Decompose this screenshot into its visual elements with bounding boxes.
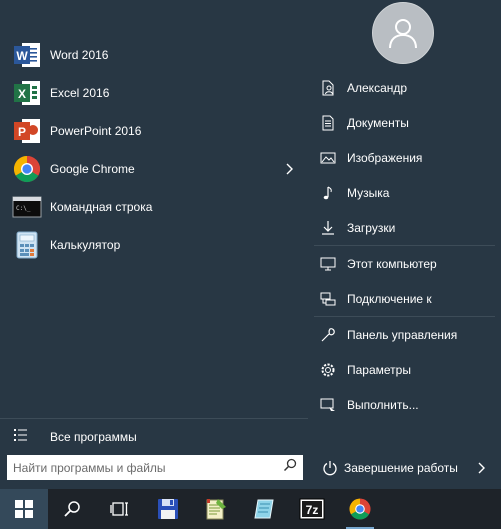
place-label: Александр xyxy=(347,80,408,95)
run-icon xyxy=(320,397,336,413)
chrome-icon xyxy=(12,154,42,184)
document-icon xyxy=(320,115,336,131)
music-note-icon xyxy=(320,185,336,201)
app-list: W Word 2016 X Excel 2016 P PowerPoint 20… xyxy=(0,36,308,264)
place-music[interactable]: Музыка xyxy=(308,175,501,210)
place-label: Музыка xyxy=(347,185,390,200)
download-arrow-icon xyxy=(320,220,336,236)
monitor-icon xyxy=(320,256,336,272)
place-label: Этот компьютер xyxy=(347,256,437,271)
powerpoint-icon: P xyxy=(12,116,42,146)
right-pane: Александр Документы Изображения Музыка З… xyxy=(308,0,501,489)
search-box[interactable] xyxy=(7,455,303,480)
svg-text:C:\_: C:\_ xyxy=(16,205,31,212)
list-icon xyxy=(14,428,28,445)
place-label: Выполнить... xyxy=(347,397,419,412)
place-label: Загрузки xyxy=(347,220,396,235)
taskbar-chrome-app[interactable] xyxy=(336,489,384,529)
search-input[interactable] xyxy=(13,460,283,475)
cmd-icon: C:\_ xyxy=(12,192,42,222)
app-item-excel[interactable]: X Excel 2016 xyxy=(0,74,308,112)
place-label: Параметры xyxy=(347,362,411,377)
start-button[interactable] xyxy=(0,489,48,529)
all-programs-label: Все программы xyxy=(50,429,137,444)
picture-icon xyxy=(320,150,336,166)
wrench-icon xyxy=(320,327,336,343)
taskbar-search-button[interactable] xyxy=(48,489,96,529)
place-label: Документы xyxy=(347,115,409,130)
word-icon: W xyxy=(12,40,42,70)
all-programs-button[interactable]: Все программы xyxy=(0,418,308,454)
place-user[interactable]: Александр xyxy=(308,70,501,105)
windows-logo-icon xyxy=(15,500,33,518)
save-disk-icon xyxy=(158,499,178,519)
power-icon xyxy=(322,460,338,476)
app-label: Excel 2016 xyxy=(50,86,110,100)
svg-text:P: P xyxy=(18,125,26,139)
excel-icon: X xyxy=(12,78,42,108)
place-run[interactable]: Выполнить... xyxy=(308,387,501,422)
app-item-calculator[interactable]: Калькулятор xyxy=(0,226,308,264)
start-menu: W Word 2016 X Excel 2016 P PowerPoint 20… xyxy=(0,0,501,489)
app-item-powerpoint[interactable]: P PowerPoint 2016 xyxy=(0,112,308,150)
network-connect-icon xyxy=(320,291,336,307)
shutdown-label: Завершение работы xyxy=(344,461,458,475)
7zip-label: 7z xyxy=(306,503,319,517)
user-avatar-icon xyxy=(389,19,417,49)
app-label: Word 2016 xyxy=(50,48,109,62)
place-pictures[interactable]: Изображения xyxy=(308,140,501,175)
taskbar-save-app[interactable] xyxy=(144,489,192,529)
7zip-icon: 7z xyxy=(299,498,325,520)
chrome-icon xyxy=(349,498,371,520)
app-icon xyxy=(254,499,274,519)
search-icon[interactable] xyxy=(283,458,297,477)
notepad-icon xyxy=(206,499,226,520)
avatar[interactable] xyxy=(372,2,434,64)
places-list: Александр Документы Изображения Музыка З… xyxy=(308,70,501,422)
user-folder-icon xyxy=(320,80,336,96)
svg-text:X: X xyxy=(18,87,26,101)
taskbar-notepad-app[interactable] xyxy=(192,489,240,529)
taskbar-7zip-app[interactable]: 7z xyxy=(288,489,336,529)
taskbar-app[interactable] xyxy=(240,489,288,529)
place-computer[interactable]: Этот компьютер xyxy=(308,246,501,281)
app-label: Калькулятор xyxy=(50,238,121,252)
app-label: Командная строка xyxy=(50,200,153,214)
place-label: Подключение к xyxy=(347,291,432,306)
task-view-button[interactable] xyxy=(96,489,144,529)
app-item-chrome[interactable]: Google Chrome xyxy=(0,150,308,188)
task-view-icon xyxy=(110,502,128,516)
app-label: Google Chrome xyxy=(50,162,135,176)
app-label: PowerPoint 2016 xyxy=(50,124,142,138)
shutdown-button[interactable]: Завершение работы xyxy=(308,452,501,484)
place-downloads[interactable]: Загрузки xyxy=(308,210,501,245)
place-label: Панель управления xyxy=(347,327,458,342)
place-settings[interactable]: Параметры xyxy=(308,352,501,387)
app-item-cmd[interactable]: C:\_ Командная строка xyxy=(0,188,308,226)
search-icon xyxy=(64,501,80,517)
chevron-right-icon[interactable] xyxy=(475,461,487,475)
taskbar: 7z xyxy=(0,489,501,529)
place-label: Изображения xyxy=(347,150,423,165)
place-documents[interactable]: Документы xyxy=(308,105,501,140)
gear-icon xyxy=(320,362,336,378)
place-control-panel[interactable]: Панель управления xyxy=(308,317,501,352)
left-pane: W Word 2016 X Excel 2016 P PowerPoint 20… xyxy=(0,0,308,489)
chevron-right-icon[interactable] xyxy=(282,162,296,176)
place-connect[interactable]: Подключение к xyxy=(308,281,501,316)
svg-text:W: W xyxy=(16,49,28,63)
app-item-word[interactable]: W Word 2016 xyxy=(0,36,308,74)
calculator-icon xyxy=(12,230,42,260)
